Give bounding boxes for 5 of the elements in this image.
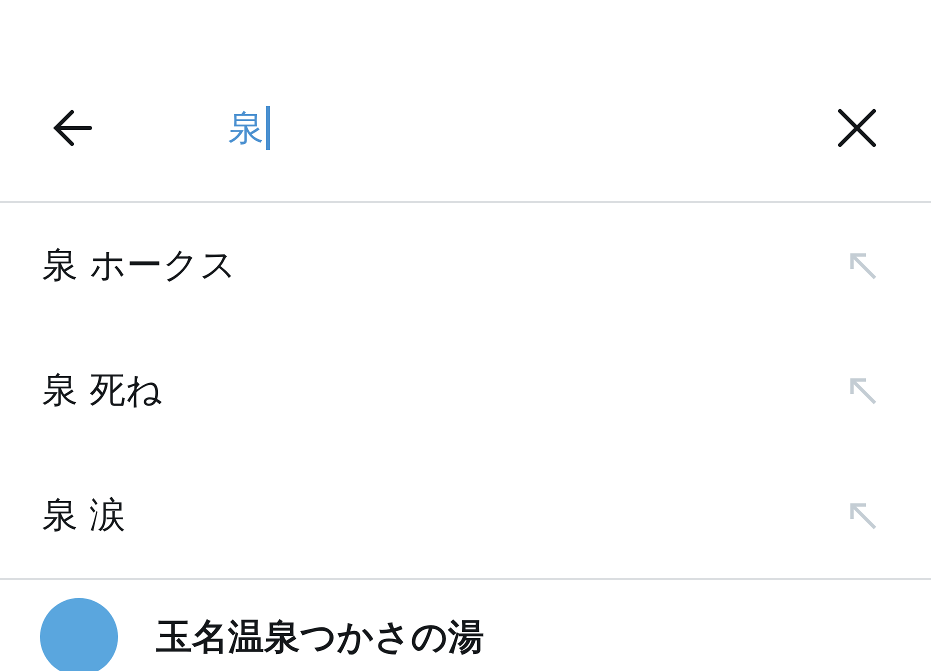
account-name[interactable]: 玉名温泉つかさの湯 (156, 612, 484, 662)
search-suggestion[interactable]: 泉 涙 (0, 453, 931, 578)
close-icon[interactable] (835, 106, 879, 150)
search-suggestion[interactable]: 泉 死ね (0, 328, 931, 453)
search-suggestion[interactable]: 泉 ホークス (0, 203, 931, 328)
